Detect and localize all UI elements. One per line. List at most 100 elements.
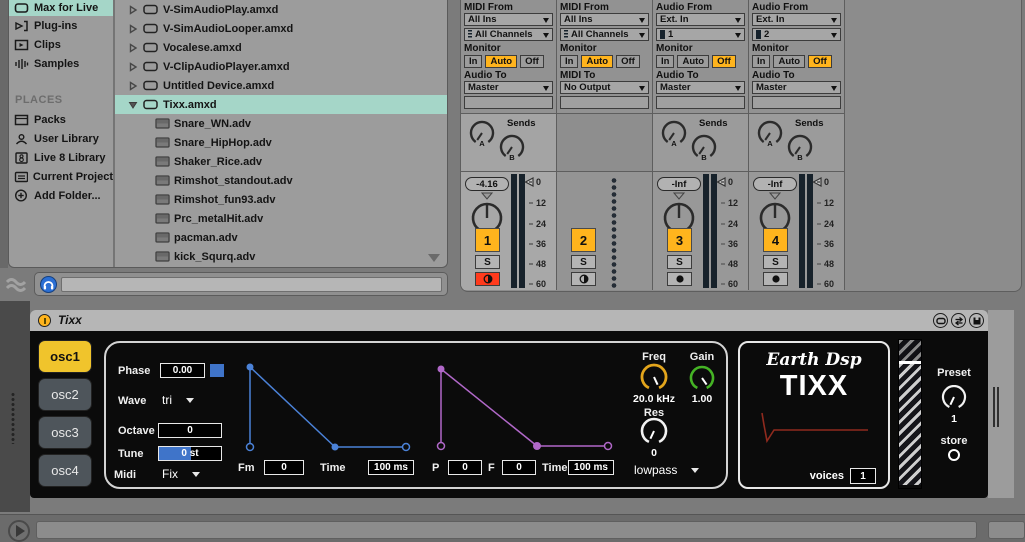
file-row[interactable]: V-ClipAudioPlayer.amxd — [115, 57, 447, 76]
volume-value[interactable]: -Inf — [657, 177, 701, 191]
freq-knob[interactable] — [637, 363, 671, 395]
input-type-select[interactable]: All Ins — [560, 13, 649, 26]
output-channel-box[interactable] — [656, 96, 745, 109]
monitor-in-button[interactable]: In — [656, 55, 674, 68]
tab-osc4[interactable]: osc4 — [38, 454, 92, 487]
wave-select[interactable]: tri — [162, 393, 194, 407]
file-row-selected[interactable]: Tixx.amxd — [115, 95, 447, 114]
track-number-button[interactable]: 4 — [763, 228, 788, 252]
monitor-in-button[interactable]: In — [560, 55, 578, 68]
expand-collapsed-icon[interactable] — [128, 5, 138, 15]
store-button[interactable] — [948, 449, 960, 461]
fm-time-box[interactable]: 100 ms — [368, 460, 414, 475]
monitor-in-button[interactable]: In — [464, 55, 482, 68]
arm-button[interactable] — [475, 272, 500, 286]
preview-scrub-field[interactable] — [61, 277, 442, 292]
track-number-button[interactable]: 1 — [475, 228, 500, 252]
preset-row[interactable]: pacman.adv — [115, 228, 447, 247]
input-channel-select[interactable]: All Channels — [560, 28, 649, 41]
sidebar-item-current-project[interactable]: Current Project — [9, 167, 113, 186]
file-row[interactable]: Untitled Device.amxd — [115, 76, 447, 95]
monitor-off-button[interactable]: Off — [808, 55, 832, 68]
output-select[interactable]: Master — [752, 81, 841, 94]
preset-row[interactable]: kick_Squrq.adv — [115, 247, 447, 266]
output-select[interactable]: No Output — [560, 81, 649, 94]
sidebar-item-samples[interactable]: Samples — [9, 54, 113, 73]
tab-osc1[interactable]: osc1 — [38, 340, 92, 373]
device-title-bar[interactable]: Tixx — [30, 310, 988, 331]
preset-row[interactable]: Rimshot_fun93.adv — [115, 190, 447, 209]
output-channel-box[interactable] — [752, 96, 841, 109]
volume-value[interactable]: -Inf — [753, 177, 797, 191]
sidebar-item-live8-library[interactable]: Live 8 Library — [9, 148, 113, 167]
arm-button[interactable] — [763, 272, 788, 286]
expand-expanded-icon[interactable] — [128, 100, 138, 110]
preset-row[interactable]: Snare_HipHop.adv — [115, 133, 447, 152]
input-channel-select[interactable]: 1 — [656, 28, 745, 41]
fm-envelope-graph[interactable] — [236, 357, 416, 459]
status-field[interactable] — [36, 521, 977, 539]
expand-collapsed-icon[interactable] — [128, 24, 138, 34]
input-type-select[interactable]: Ext. In — [656, 13, 745, 26]
tune-slider-box[interactable]: 0 st — [158, 446, 222, 461]
voices-value-box[interactable]: 1 — [850, 468, 876, 484]
input-channel-select[interactable]: 2 — [752, 28, 841, 41]
track-number-button[interactable]: 2 — [571, 228, 596, 252]
output-channel-box[interactable] — [560, 96, 649, 109]
preset-row[interactable]: Shaker_Rice.adv — [115, 152, 447, 171]
max-edit-button[interactable] — [933, 313, 948, 328]
sidebar-item-packs[interactable]: Packs — [9, 110, 113, 129]
input-channel-select[interactable]: All Channels — [464, 28, 553, 41]
device-drag-handle[interactable] — [10, 392, 16, 444]
solo-button[interactable]: S — [475, 255, 500, 269]
tab-osc3[interactable]: osc3 — [38, 416, 92, 449]
input-type-select[interactable]: All Ins — [464, 13, 553, 26]
volume-value[interactable]: -4.16 — [465, 177, 509, 191]
save-preset-button[interactable] — [969, 313, 984, 328]
monitor-off-button[interactable]: Off — [520, 55, 544, 68]
headphones-preview-icon[interactable] — [40, 276, 57, 293]
preset-row[interactable]: Rimshot_standout.adv — [115, 171, 447, 190]
solo-button[interactable]: S — [667, 255, 692, 269]
preset-row-clipped[interactable] — [115, 266, 447, 268]
monitor-auto-button[interactable]: Auto — [485, 55, 517, 68]
phase-value-box[interactable]: 0.00 — [160, 363, 205, 378]
status-field-right[interactable] — [988, 521, 1025, 539]
solo-button[interactable]: S — [763, 255, 788, 269]
input-type-select[interactable]: Ext. In — [752, 13, 841, 26]
monitor-auto-button[interactable]: Auto — [677, 55, 709, 68]
monitor-auto-button[interactable]: Auto — [581, 55, 613, 68]
expand-collapsed-icon[interactable] — [128, 81, 138, 91]
file-row[interactable]: Vocalese.amxd — [115, 38, 447, 57]
expand-collapsed-icon[interactable] — [128, 43, 138, 53]
monitor-off-button[interactable]: Off — [616, 55, 640, 68]
hot-swap-button[interactable] — [951, 313, 966, 328]
scroll-down-arrow-icon[interactable] — [427, 253, 441, 263]
filter-type-select[interactable]: lowpass — [634, 463, 699, 477]
sidebar-item-add-folder[interactable]: Add Folder... — [9, 186, 113, 205]
device-scroll-handle[interactable] — [993, 387, 999, 427]
p-value-box[interactable]: 0 — [448, 460, 482, 475]
monitor-in-button[interactable]: In — [752, 55, 770, 68]
phase-mod-toggle[interactable] — [210, 364, 224, 377]
midi-mode-select[interactable]: Fix — [162, 467, 200, 481]
solo-button[interactable]: S — [571, 255, 596, 269]
output-select[interactable]: Master — [656, 81, 745, 94]
file-row[interactable]: V-SimAudioLooper.amxd — [115, 19, 447, 38]
preset-row[interactable]: Prc_metalHit.adv — [115, 209, 447, 228]
output-select[interactable]: Master — [464, 81, 553, 94]
arm-button[interactable] — [571, 272, 596, 286]
track-number-button[interactable]: 3 — [667, 228, 692, 252]
sidebar-item-clips[interactable]: Clips — [9, 35, 113, 54]
pitch-envelope-graph[interactable] — [426, 357, 616, 459]
sidebar-item-max-for-live[interactable]: Max for Live — [9, 0, 113, 16]
sidebar-item-user-library[interactable]: User Library — [9, 129, 113, 148]
file-row[interactable]: V-SimAudioPlay.amxd — [115, 0, 447, 19]
preset-knob[interactable] — [939, 385, 969, 413]
octave-value-box[interactable]: 0 — [158, 423, 222, 438]
monitor-off-button[interactable]: Off — [712, 55, 736, 68]
tab-osc2[interactable]: osc2 — [38, 378, 92, 411]
output-channel-box[interactable] — [464, 96, 553, 109]
res-knob[interactable] — [637, 417, 671, 449]
sidebar-item-plugins[interactable]: Plug-ins — [9, 16, 113, 35]
